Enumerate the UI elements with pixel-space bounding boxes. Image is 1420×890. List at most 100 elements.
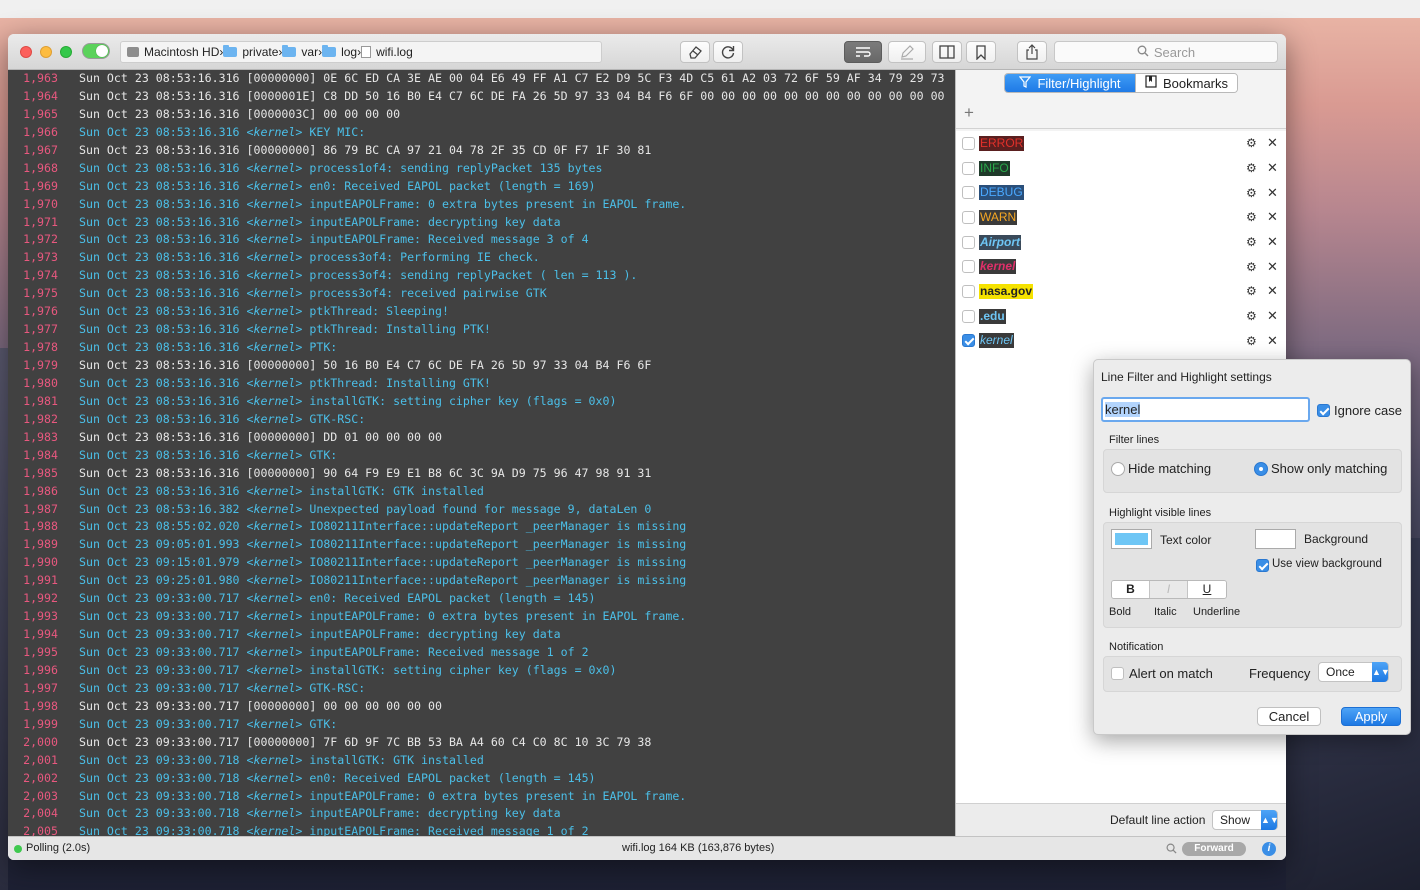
remove-filter-icon[interactable]: ✕ xyxy=(1267,308,1278,324)
log-line[interactable]: 1,982 Sun Oct 23 08:53:16.316 <kernel> GT… xyxy=(8,411,955,429)
forward-button[interactable]: Forward xyxy=(1182,842,1246,856)
log-line[interactable]: 1,964 Sun Oct 23 08:53:16.316 [0000001E] … xyxy=(8,88,955,106)
info-icon[interactable]: i xyxy=(1262,842,1276,856)
log-line[interactable]: 1,996 Sun Oct 23 09:33:00.717 <kernel> in… xyxy=(8,662,955,680)
bold-button[interactable]: B xyxy=(1112,581,1150,598)
wrap-lines-icon[interactable] xyxy=(844,41,882,63)
filter-row[interactable]: kernel ⚙ ✕ xyxy=(956,254,1286,279)
add-filter-button[interactable]: + xyxy=(964,103,974,123)
use-view-background-checkbox[interactable] xyxy=(1256,559,1269,572)
share-icon[interactable] xyxy=(1017,41,1047,63)
apply-button[interactable]: Apply xyxy=(1341,707,1401,726)
filter-row[interactable]: INFO ⚙ ✕ xyxy=(956,156,1286,181)
filter-row[interactable]: WARN ⚙ ✕ xyxy=(956,205,1286,230)
italic-button[interactable]: I xyxy=(1150,581,1188,598)
search-input[interactable]: Search xyxy=(1054,41,1278,63)
log-line[interactable]: 1,973 Sun Oct 23 08:53:16.316 <kernel> pr… xyxy=(8,249,955,267)
log-line[interactable]: 1,994 Sun Oct 23 09:33:00.717 <kernel> in… xyxy=(8,626,955,644)
remove-filter-icon[interactable]: ✕ xyxy=(1267,333,1278,349)
remove-filter-icon[interactable]: ✕ xyxy=(1267,209,1278,225)
log-line[interactable]: 1,975 Sun Oct 23 08:53:16.316 <kernel> pr… xyxy=(8,285,955,303)
breadcrumb-item[interactable]: log xyxy=(322,45,357,59)
filter-row[interactable]: kernel ⚙ ✕ xyxy=(956,329,1286,354)
log-line[interactable]: 2,002 Sun Oct 23 09:33:00.718 <kernel> en… xyxy=(8,770,955,788)
ignore-case-checkbox[interactable] xyxy=(1317,404,1330,417)
log-line[interactable]: 1,991 Sun Oct 23 09:25:01.980 <kernel> IO… xyxy=(8,572,955,590)
filter-enable-checkbox[interactable] xyxy=(962,284,975,298)
remove-filter-icon[interactable]: ✕ xyxy=(1267,234,1278,250)
filter-row[interactable]: Airport ⚙ ✕ xyxy=(956,230,1286,255)
log-line[interactable]: 1,986 Sun Oct 23 08:53:16.316 <kernel> in… xyxy=(8,483,955,501)
log-line[interactable]: 2,001 Sun Oct 23 09:33:00.718 <kernel> in… xyxy=(8,752,955,770)
gear-icon[interactable]: ⚙ xyxy=(1246,235,1257,249)
log-line[interactable]: 1,968 Sun Oct 23 08:53:16.316 <kernel> pr… xyxy=(8,160,955,178)
gear-icon[interactable]: ⚙ xyxy=(1246,334,1257,348)
log-line[interactable]: 1,992 Sun Oct 23 09:33:00.717 <kernel> en… xyxy=(8,590,955,608)
log-line[interactable]: 1,967 Sun Oct 23 08:53:16.316 [00000000] … xyxy=(8,142,955,160)
log-line[interactable]: 1,990 Sun Oct 23 09:15:01.979 <kernel> IO… xyxy=(8,554,955,572)
tab-filter-highlight[interactable]: Filter/Highlight xyxy=(1005,74,1135,92)
breadcrumb-item[interactable]: private xyxy=(223,45,278,59)
log-line[interactable]: 1,979 Sun Oct 23 08:53:16.316 [00000000] … xyxy=(8,357,955,375)
filter-enable-checkbox[interactable] xyxy=(962,161,975,175)
filter-row[interactable]: .edu ⚙ ✕ xyxy=(956,304,1286,329)
log-line[interactable]: 1,972 Sun Oct 23 08:53:16.316 <kernel> in… xyxy=(8,231,955,249)
gear-icon[interactable]: ⚙ xyxy=(1246,161,1257,175)
log-line[interactable]: 1,989 Sun Oct 23 09:05:01.993 <kernel> IO… xyxy=(8,536,955,554)
log-line[interactable]: 1,984 Sun Oct 23 08:53:16.316 <kernel> GT… xyxy=(8,447,955,465)
log-line[interactable]: 1,983 Sun Oct 23 08:53:16.316 [00000000] … xyxy=(8,429,955,447)
show-only-matching-radio[interactable] xyxy=(1254,462,1268,476)
filter-row[interactable]: nasa.gov ⚙ ✕ xyxy=(956,279,1286,304)
log-line[interactable]: 2,003 Sun Oct 23 09:33:00.718 <kernel> in… xyxy=(8,788,955,806)
gear-icon[interactable]: ⚙ xyxy=(1246,136,1257,150)
breadcrumb-item[interactable]: wifi.log xyxy=(361,45,413,59)
filter-row[interactable]: DEBUG ⚙ ✕ xyxy=(956,180,1286,205)
log-line[interactable]: 1,978 Sun Oct 23 08:53:16.316 <kernel> PT… xyxy=(8,339,955,357)
filter-enable-checkbox[interactable] xyxy=(962,210,975,224)
gear-icon[interactable]: ⚙ xyxy=(1246,210,1257,224)
text-color-swatch[interactable] xyxy=(1111,529,1152,549)
zoom-window-button[interactable] xyxy=(60,46,72,58)
hide-matching-radio[interactable] xyxy=(1111,462,1125,476)
log-line[interactable]: 1,965 Sun Oct 23 08:53:16.316 [0000003C] … xyxy=(8,106,955,124)
breadcrumb-item[interactable]: Macintosh HD xyxy=(127,45,219,59)
log-view[interactable]: 1,963 Sun Oct 23 08:53:16.316 [00000000] … xyxy=(8,70,955,836)
reload-icon[interactable] xyxy=(713,41,743,63)
frequency-select[interactable]: Once ▲▼ xyxy=(1318,662,1390,682)
default-action-select[interactable]: Show ▲▼ xyxy=(1212,810,1279,830)
filter-enable-checkbox[interactable] xyxy=(962,235,975,249)
search-icon[interactable] xyxy=(1166,840,1177,857)
gear-icon[interactable]: ⚙ xyxy=(1246,260,1257,274)
log-line[interactable]: 1,963 Sun Oct 23 08:53:16.316 [00000000] … xyxy=(8,70,955,88)
log-line[interactable]: 1,997 Sun Oct 23 09:33:00.717 <kernel> GT… xyxy=(8,680,955,698)
alert-on-match-checkbox[interactable] xyxy=(1111,667,1124,680)
background-color-swatch[interactable] xyxy=(1255,529,1296,549)
log-line[interactable]: 2,000 Sun Oct 23 09:33:00.717 [00000000] … xyxy=(8,734,955,752)
log-line[interactable]: 1,998 Sun Oct 23 09:33:00.717 [00000000] … xyxy=(8,698,955,716)
sidebar-toggle-icon[interactable] xyxy=(932,41,962,63)
gear-icon[interactable]: ⚙ xyxy=(1246,284,1257,298)
cancel-button[interactable]: Cancel xyxy=(1257,707,1321,726)
underline-button[interactable]: U xyxy=(1188,581,1226,598)
log-line[interactable]: 1,980 Sun Oct 23 08:53:16.316 <kernel> pt… xyxy=(8,375,955,393)
log-line[interactable]: 1,981 Sun Oct 23 08:53:16.316 <kernel> in… xyxy=(8,393,955,411)
log-line[interactable]: 1,999 Sun Oct 23 09:33:00.717 <kernel> GT… xyxy=(8,716,955,734)
remove-filter-icon[interactable]: ✕ xyxy=(1267,135,1278,151)
log-line[interactable]: 1,976 Sun Oct 23 08:53:16.316 <kernel> pt… xyxy=(8,303,955,321)
filter-enable-checkbox[interactable] xyxy=(962,260,975,274)
log-line[interactable]: 1,988 Sun Oct 23 08:55:02.020 <kernel> IO… xyxy=(8,518,955,536)
log-line[interactable]: 1,970 Sun Oct 23 08:53:16.316 <kernel> in… xyxy=(8,196,955,214)
log-line[interactable]: 1,971 Sun Oct 23 08:53:16.316 <kernel> in… xyxy=(8,214,955,232)
filter-row[interactable]: ERROR ⚙ ✕ xyxy=(956,131,1286,156)
filter-enable-checkbox[interactable] xyxy=(962,334,975,348)
log-line[interactable]: 1,977 Sun Oct 23 08:53:16.316 <kernel> pt… xyxy=(8,321,955,339)
remove-filter-icon[interactable]: ✕ xyxy=(1267,160,1278,176)
bookmark-icon[interactable] xyxy=(966,41,996,63)
eraser-icon[interactable] xyxy=(680,41,710,63)
remove-filter-icon[interactable]: ✕ xyxy=(1267,185,1278,201)
tab-bookmarks[interactable]: Bookmarks xyxy=(1135,74,1237,92)
close-window-button[interactable] xyxy=(20,46,32,58)
remove-filter-icon[interactable]: ✕ xyxy=(1267,283,1278,299)
breadcrumb-item[interactable]: var xyxy=(282,45,318,59)
gear-icon[interactable]: ⚙ xyxy=(1246,186,1257,200)
